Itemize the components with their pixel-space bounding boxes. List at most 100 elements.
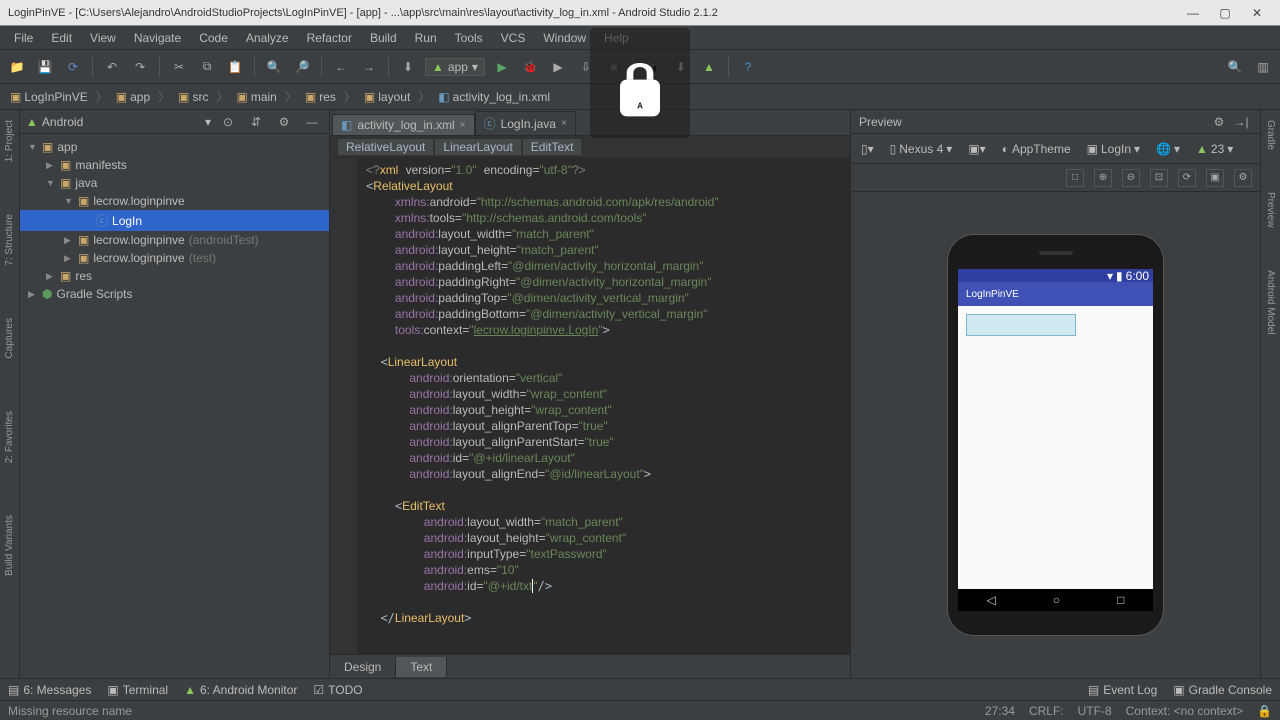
paste-icon[interactable]: 📋 <box>224 56 246 78</box>
hide-icon[interactable]: →| <box>1230 111 1252 133</box>
scroll-from-source-icon[interactable]: ⊙ <box>217 111 239 133</box>
tree-node-package[interactable]: ▼▣lecrow.loginpinve <box>20 192 329 210</box>
toolwindow-todo-tab[interactable]: ☑TODO <box>313 683 362 697</box>
toolwindow-buildvariants-tab[interactable]: Build Variants <box>3 509 16 582</box>
breadcrumb-item[interactable]: EditText <box>523 139 582 155</box>
open-icon[interactable]: 📁 <box>6 56 28 78</box>
breadcrumb-item[interactable]: ▣main <box>233 89 281 105</box>
back-icon[interactable]: ← <box>330 56 352 78</box>
toolwindow-terminal-tab[interactable]: ▣Terminal <box>107 683 168 697</box>
design-tab[interactable]: Design <box>330 657 396 677</box>
tree-node-java[interactable]: ▼▣java <box>20 174 329 192</box>
project-tree[interactable]: ▼▣app ▶▣manifests ▼▣java ▼▣lecrow.loginp… <box>20 134 329 678</box>
api-selector[interactable]: ▲23▾ <box>1192 140 1237 158</box>
run-config-selector[interactable]: ▲ app ▾ <box>425 58 485 76</box>
menu-view[interactable]: View <box>82 29 124 47</box>
text-tab[interactable]: Text <box>396 657 447 677</box>
breadcrumb-item[interactable]: ▣app <box>112 89 154 105</box>
locale-selector[interactable]: 🌐▾ <box>1152 140 1184 158</box>
sync-icon[interactable]: ⟳ <box>62 56 84 78</box>
tree-node-login[interactable]: ⓒLogIn <box>20 210 329 231</box>
menu-code[interactable]: Code <box>191 29 236 47</box>
cursor-position[interactable]: 27:34 <box>985 704 1015 718</box>
toolwindow-project-tab[interactable]: 1: Project <box>3 114 16 168</box>
toolwindow-structure-tab[interactable]: 7: Structure <box>3 208 16 272</box>
line-separator[interactable]: CRLF: <box>1029 704 1064 718</box>
breadcrumb-root[interactable]: ▣LogInPinVE <box>6 89 92 105</box>
help-icon[interactable]: ? <box>737 56 759 78</box>
tree-node-gradle[interactable]: ▶⬢Gradle Scripts <box>20 285 329 303</box>
toolwindow-favorites-tab[interactable]: 2: Favorites <box>3 405 16 469</box>
menu-navigate[interactable]: Navigate <box>126 29 189 47</box>
menu-build[interactable]: Build <box>362 29 405 47</box>
settings-icon[interactable]: ⚙ <box>1208 111 1230 133</box>
code-editor[interactable]: <?xml version="1.0" encoding="utf-8"?> <… <box>358 158 850 654</box>
run-with-coverage-icon[interactable]: ▶ <box>547 56 569 78</box>
project-mode-selector[interactable]: ▲ Android ▾ <box>26 115 211 129</box>
lock-icon[interactable]: 🔒 <box>1257 704 1272 718</box>
debug-icon[interactable]: 🐞 <box>519 56 541 78</box>
toolwindow-messages-tab[interactable]: ▤6: Messages <box>8 683 91 697</box>
minimize-button[interactable]: — <box>1178 3 1208 23</box>
tree-node-package[interactable]: ▶▣lecrow.loginpinve (test) <box>20 249 329 267</box>
forward-icon[interactable]: → <box>358 56 380 78</box>
refresh-icon[interactable]: ⟳ <box>1178 169 1196 187</box>
toolwindow-captures-tab[interactable]: Captures <box>3 312 16 365</box>
breadcrumb-item[interactable]: ▣layout <box>360 89 414 105</box>
editor-tab-java[interactable]: ⓒLogIn.java× <box>475 111 576 135</box>
theme-selector[interactable]: ◐AppTheme <box>998 140 1075 158</box>
close-button[interactable]: ✕ <box>1242 3 1272 23</box>
breadcrumb-file[interactable]: ◧activity_log_in.xml <box>434 89 554 105</box>
toolwindow-icon[interactable]: ▥ <box>1252 56 1274 78</box>
editor-tab-xml[interactable]: ◧activity_log_in.xml× <box>332 114 475 135</box>
menu-window[interactable]: Window <box>535 29 594 47</box>
tree-node-app[interactable]: ▼▣app <box>20 138 329 156</box>
context-indicator[interactable]: Context: <no context> <box>1126 704 1243 718</box>
toolwindow-androidmodel-tab[interactable]: Android Model <box>1264 264 1277 340</box>
run-icon[interactable]: ▶ <box>491 56 513 78</box>
toolwindow-gradle-tab[interactable]: Gradle <box>1264 114 1277 156</box>
menu-run[interactable]: Run <box>407 29 445 47</box>
zoom-out-icon[interactable]: ⊖ <box>1122 169 1140 187</box>
close-icon[interactable]: × <box>561 118 567 129</box>
activity-selector[interactable]: ▣LogIn▾ <box>1083 140 1144 158</box>
device-selector[interactable]: ▯Nexus 4▾ <box>886 140 957 158</box>
zoom-in-icon[interactable]: ⊕ <box>1094 169 1112 187</box>
copy-icon[interactable]: ⧉ <box>196 56 218 78</box>
menu-refactor[interactable]: Refactor <box>299 29 360 47</box>
menu-edit[interactable]: Edit <box>43 29 80 47</box>
preview-canvas[interactable]: ▾ ▮ 6:00 LogInPinVE ◁ ○ □ <box>851 192 1260 678</box>
maximize-button[interactable]: ▢ <box>1210 3 1240 23</box>
menu-tools[interactable]: Tools <box>447 29 491 47</box>
editor-gutter[interactable] <box>330 158 358 654</box>
settings-icon[interactable]: ⚙ <box>1234 169 1252 187</box>
orientation-selector[interactable]: ▯▾ <box>857 140 878 158</box>
breadcrumb-item[interactable]: ▣res <box>301 89 340 105</box>
file-encoding[interactable]: UTF-8 <box>1078 704 1112 718</box>
settings-icon[interactable]: ⚙ <box>273 111 295 133</box>
cut-icon[interactable]: ✂ <box>168 56 190 78</box>
tree-node-res[interactable]: ▶▣res <box>20 267 329 285</box>
tree-node-package[interactable]: ▶▣lecrow.loginpinve (androidTest) <box>20 231 329 249</box>
config-selector[interactable]: ▣▾ <box>964 140 989 158</box>
replace-icon[interactable]: 🔎 <box>291 56 313 78</box>
collapse-all-icon[interactable]: ⇵ <box>245 111 267 133</box>
breadcrumb-item[interactable]: ▣src <box>174 89 212 105</box>
menu-file[interactable]: File <box>6 29 41 47</box>
toolwindow-gradleconsole-tab[interactable]: ▣Gradle Console <box>1173 683 1272 697</box>
hide-icon[interactable]: — <box>301 111 323 133</box>
make-icon[interactable]: ⬇ <box>397 56 419 78</box>
find-icon[interactable]: 🔍 <box>263 56 285 78</box>
zoom-fit-icon[interactable]: ⊡ <box>1150 169 1168 187</box>
toolwindow-preview-tab[interactable]: Preview <box>1264 186 1277 234</box>
screenshot-icon[interactable]: ▣ <box>1206 169 1224 187</box>
undo-icon[interactable]: ↶ <box>101 56 123 78</box>
menu-analyze[interactable]: Analyze <box>238 29 297 47</box>
tree-node-manifests[interactable]: ▶▣manifests <box>20 156 329 174</box>
breadcrumb-item[interactable]: LinearLayout <box>435 139 520 155</box>
save-icon[interactable]: 💾 <box>34 56 56 78</box>
toolwindow-eventlog-tab[interactable]: ▤Event Log <box>1088 683 1157 697</box>
close-icon[interactable]: × <box>460 120 466 131</box>
redo-icon[interactable]: ↷ <box>129 56 151 78</box>
toolwindow-monitor-tab[interactable]: ▲6: Android Monitor <box>184 683 297 697</box>
